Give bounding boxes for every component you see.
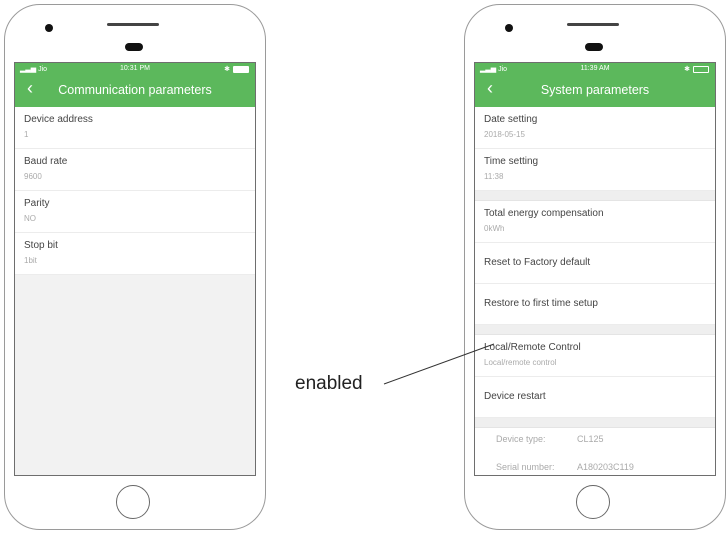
annotation-label: enabled: [295, 373, 363, 394]
annotation-leader-line: [383, 343, 495, 385]
